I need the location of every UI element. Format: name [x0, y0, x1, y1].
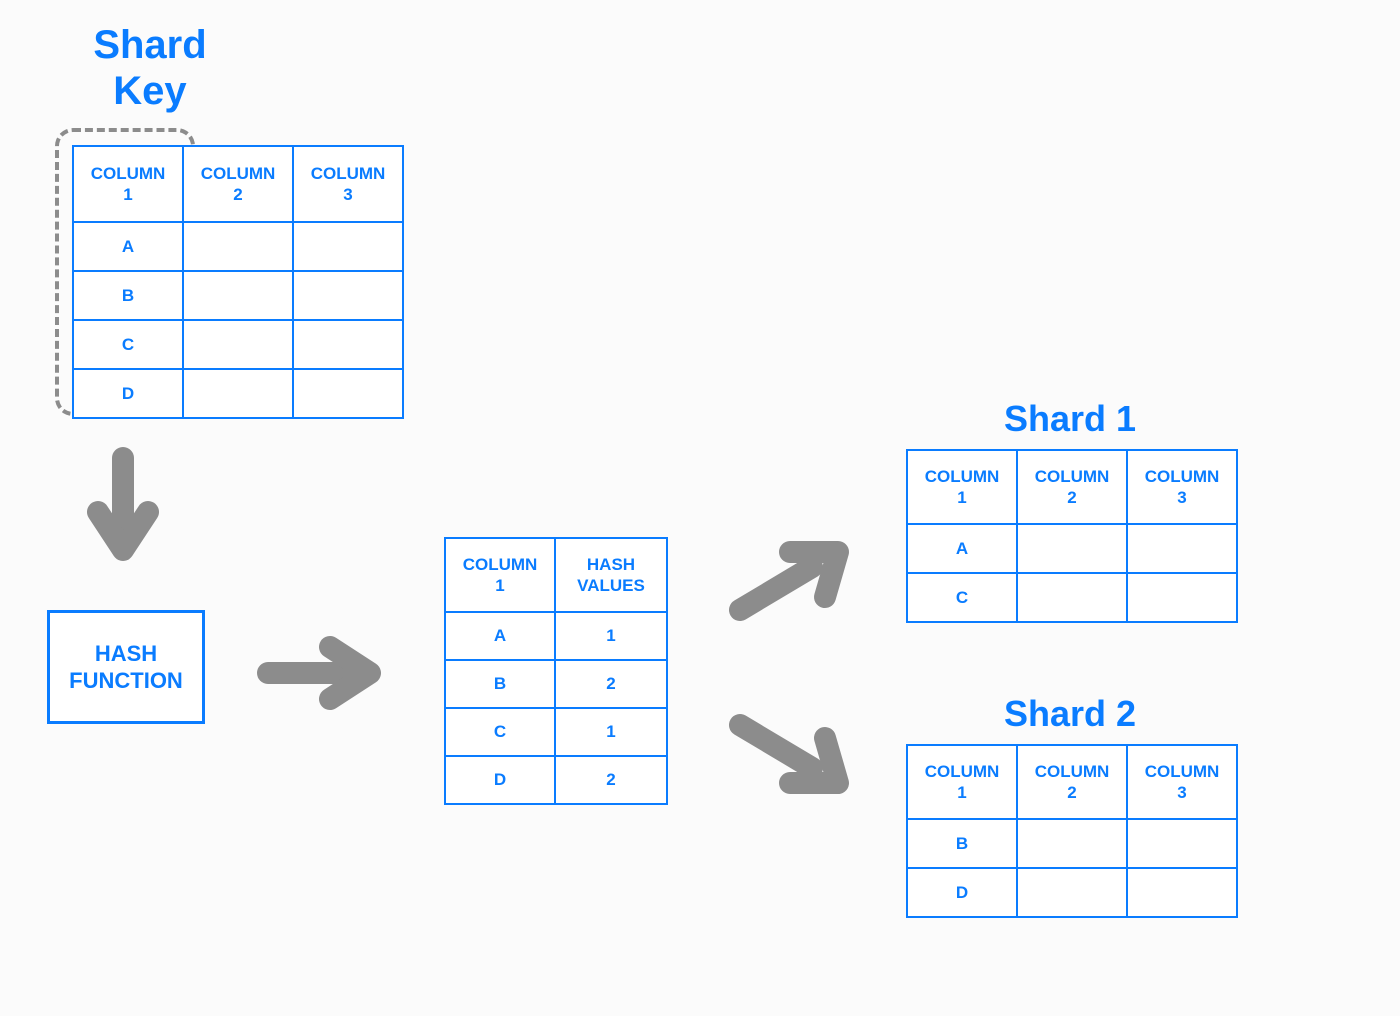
table-cell: 1: [555, 612, 667, 660]
table-row: B: [73, 271, 403, 320]
source-table: COLUMN1COLUMN2COLUMN3 ABCD: [72, 145, 404, 419]
table-row: D: [73, 369, 403, 418]
column-header: COLUMN2: [1017, 450, 1127, 524]
table-row: A: [907, 524, 1237, 573]
column-header: COLUMN2: [1017, 745, 1127, 819]
table-row: B2: [445, 660, 667, 708]
table-cell: D: [907, 868, 1017, 917]
table-cell: A: [73, 222, 183, 271]
column-header: COLUMN1: [445, 538, 555, 612]
table-cell: 2: [555, 660, 667, 708]
column-header: COLUMN3: [293, 146, 403, 222]
column-header: COLUMN1: [73, 146, 183, 222]
arrow-right-icon: [260, 633, 390, 713]
table-cell: 2: [555, 756, 667, 804]
hash-function-box: HASHFUNCTION: [47, 610, 205, 724]
table-cell: B: [445, 660, 555, 708]
table-row: C: [907, 573, 1237, 622]
table-cell: [183, 271, 293, 320]
table-cell: [1017, 868, 1127, 917]
column-header: COLUMN1: [907, 450, 1017, 524]
table-cell: [183, 320, 293, 369]
table-row: A1: [445, 612, 667, 660]
table-cell: [293, 222, 403, 271]
shard-key-title: ShardKey: [50, 22, 250, 114]
hash-values-table: COLUMN1HASHVALUESA1B2C1D2: [444, 537, 668, 805]
table-cell: [183, 369, 293, 418]
table-cell: D: [73, 369, 183, 418]
table-row: C: [73, 320, 403, 369]
table-cell: [1127, 868, 1237, 917]
table-cell: D: [445, 756, 555, 804]
table-cell: [293, 271, 403, 320]
shard2-title: Shard 2: [930, 693, 1210, 735]
column-header: COLUMN1: [907, 745, 1017, 819]
table-cell: [293, 320, 403, 369]
column-header: HASHVALUES: [555, 538, 667, 612]
table-row: B: [907, 819, 1237, 868]
column-header: COLUMN3: [1127, 745, 1237, 819]
table-cell: 1: [555, 708, 667, 756]
table-cell: [1017, 819, 1127, 868]
table-row: D: [907, 868, 1237, 917]
arrow-downright-icon: [730, 700, 860, 800]
table-cell: [183, 222, 293, 271]
table-cell: B: [907, 819, 1017, 868]
table-cell: B: [73, 271, 183, 320]
table-cell: A: [445, 612, 555, 660]
table-cell: [1017, 524, 1127, 573]
table-cell: C: [73, 320, 183, 369]
shard2-table: COLUMN1COLUMN2COLUMN3 BD: [906, 744, 1238, 918]
table-cell: C: [445, 708, 555, 756]
table-row: A: [73, 222, 403, 271]
arrow-upright-icon: [730, 535, 860, 635]
column-header: COLUMN2: [183, 146, 293, 222]
shard1-table: COLUMN1COLUMN2COLUMN3 AC: [906, 449, 1238, 623]
table-cell: [1017, 573, 1127, 622]
table-cell: [1127, 573, 1237, 622]
table-row: D2: [445, 756, 667, 804]
arrow-down-icon: [88, 450, 158, 570]
table-row: C1: [445, 708, 667, 756]
table-cell: [1127, 819, 1237, 868]
table-cell: [293, 369, 403, 418]
table-cell: C: [907, 573, 1017, 622]
shard1-title: Shard 1: [930, 398, 1210, 440]
column-header: COLUMN3: [1127, 450, 1237, 524]
table-cell: A: [907, 524, 1017, 573]
table-cell: [1127, 524, 1237, 573]
